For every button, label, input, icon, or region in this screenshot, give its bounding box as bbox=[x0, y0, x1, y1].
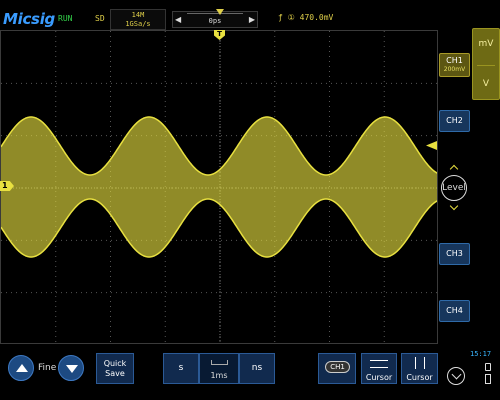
cursor-line-icon bbox=[370, 360, 388, 361]
acquisition-mode[interactable]: SD bbox=[95, 14, 105, 23]
run-status[interactable]: RUN bbox=[58, 14, 72, 23]
chevron-down-icon[interactable] bbox=[449, 201, 459, 211]
ch2-button[interactable]: CH2 bbox=[439, 110, 470, 132]
arrow-right-icon[interactable]: ▶ bbox=[249, 15, 255, 24]
ch1-pill: CH1 bbox=[325, 361, 350, 373]
quick-save-line1: Quick bbox=[103, 359, 127, 368]
cursor-line-icon bbox=[370, 367, 388, 368]
graticule bbox=[1, 31, 437, 343]
cursor-line-icon bbox=[415, 357, 416, 369]
timebase-fine-button[interactable]: ns bbox=[239, 353, 275, 384]
brand-logo: Micsig bbox=[3, 10, 55, 28]
ch1-button[interactable]: CH1 200mV bbox=[439, 53, 470, 77]
memory-ruler bbox=[187, 13, 243, 16]
memory-depth: 14M bbox=[131, 11, 145, 19]
ch4-button[interactable]: CH4 bbox=[439, 300, 470, 322]
unit-selector[interactable]: mV V bbox=[472, 28, 500, 100]
unit-divider bbox=[477, 65, 495, 66]
cursor-label: Cursor bbox=[406, 373, 433, 382]
timebase-value: 1ms bbox=[210, 371, 228, 380]
fine-down-button[interactable] bbox=[58, 355, 84, 381]
cursor-line-icon bbox=[424, 357, 425, 369]
level-button[interactable]: Level bbox=[441, 175, 467, 201]
ch3-button[interactable]: CH3 bbox=[439, 243, 470, 265]
ch1-scale: 200mV bbox=[443, 66, 466, 73]
cursor-label: Cursor bbox=[365, 373, 393, 382]
vertical-cursor-button[interactable]: Cursor bbox=[401, 353, 438, 384]
trigger-info[interactable]: ƒ ① 470.0mV bbox=[278, 13, 333, 22]
timebase-coarse-button[interactable]: s bbox=[163, 353, 199, 384]
triangle-up-icon bbox=[16, 364, 28, 372]
time-offset-box[interactable]: ◀ 0ps ▶ bbox=[172, 11, 258, 28]
bottom-toolbar: Fine Quick Save s 1ms ns CH1 Cursor Curs… bbox=[0, 350, 500, 400]
sample-rate: 1GSa/s bbox=[125, 20, 151, 28]
clock: 15:17 bbox=[470, 350, 492, 358]
unit-v[interactable]: V bbox=[473, 79, 499, 89]
menu-expand-icon[interactable] bbox=[447, 367, 465, 385]
quick-save-line2: Save bbox=[105, 369, 125, 378]
waveform-display[interactable] bbox=[0, 30, 438, 344]
ch1-label: CH1 bbox=[446, 56, 463, 65]
ruler-icon bbox=[211, 360, 228, 365]
top-status-bar: Micsig RUN SD 14M 1GSa/s ◀ 0ps ▶ ƒ ① 470… bbox=[0, 0, 500, 30]
timebase-readout[interactable]: 1ms bbox=[199, 353, 239, 384]
acquisition-info[interactable]: 14M 1GSa/s bbox=[110, 9, 166, 30]
time-offset: 0ps bbox=[208, 17, 222, 25]
channel-select-button[interactable]: CH1 bbox=[318, 353, 356, 384]
lock-icon[interactable] bbox=[485, 363, 491, 371]
horizontal-cursor-button[interactable]: Cursor bbox=[361, 353, 397, 384]
unit-mv[interactable]: mV bbox=[473, 39, 499, 49]
trigger-level-knob[interactable]: Level bbox=[439, 163, 472, 215]
triangle-down-icon bbox=[66, 365, 78, 373]
chevron-up-icon[interactable] bbox=[449, 164, 459, 174]
battery-icon bbox=[485, 374, 491, 384]
fine-up-button[interactable] bbox=[8, 355, 34, 381]
fine-label: Fine bbox=[38, 363, 57, 373]
quick-save-button[interactable]: Quick Save bbox=[96, 353, 134, 384]
